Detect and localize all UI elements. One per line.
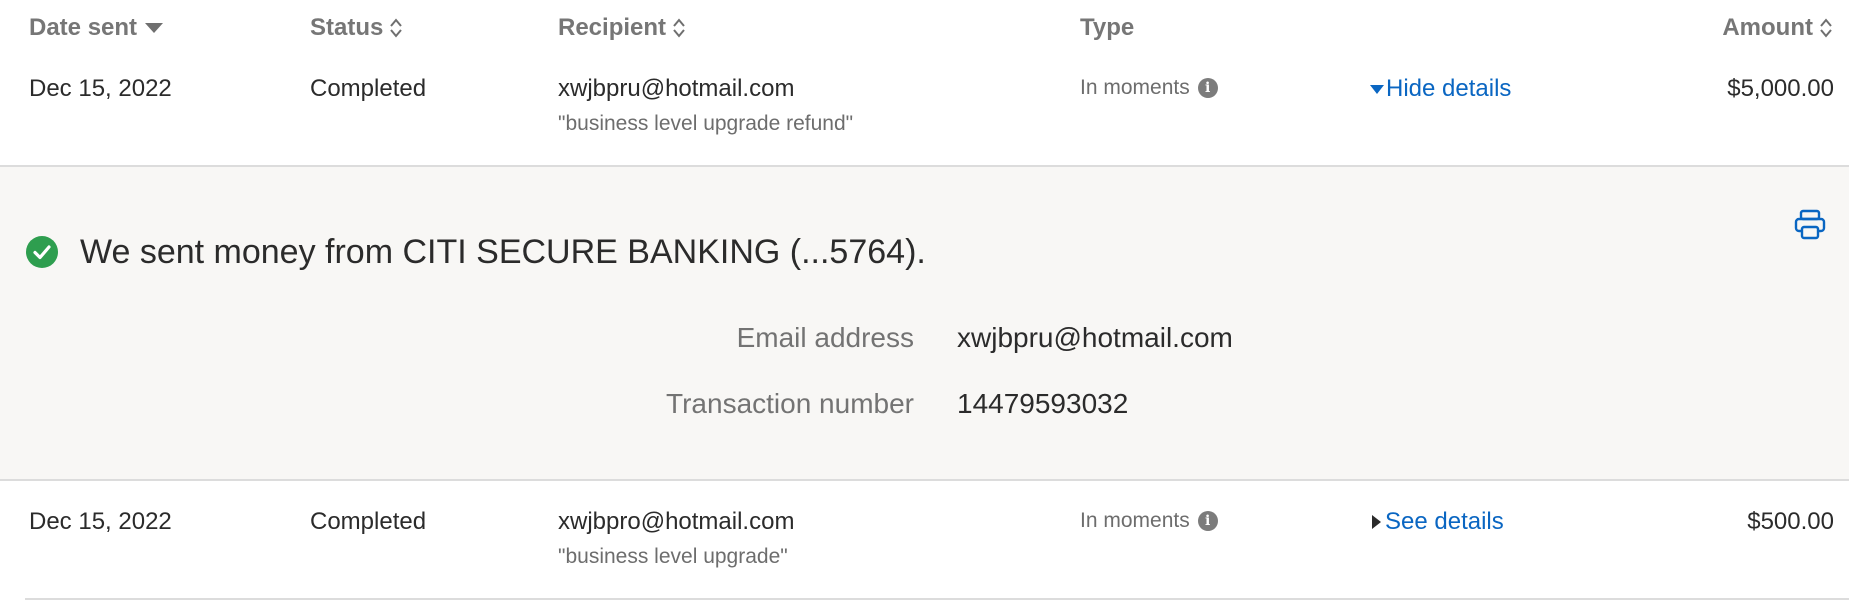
sort-icon <box>390 18 403 38</box>
column-header-recipient[interactable]: Recipient <box>558 14 686 42</box>
hide-details-link[interactable]: Hide details <box>1370 75 1511 103</box>
status: Completed <box>310 508 427 535</box>
transfer-type: In moments i <box>1080 509 1218 533</box>
sort-icon <box>1820 18 1832 38</box>
column-header-status[interactable]: Status <box>310 14 403 42</box>
see-details-link[interactable]: See details <box>1372 508 1504 536</box>
transaction-details-panel: We sent money from CITI SECURE BANKING (… <box>0 165 1849 481</box>
recipient-email: xwjbpru@hotmail.com <box>558 75 795 102</box>
caret-down-icon <box>1370 84 1384 94</box>
sort-icon <box>673 18 685 38</box>
column-header-amount-label: Amount <box>1722 14 1813 41</box>
transfer-type-label: In moments <box>1080 76 1190 99</box>
info-icon[interactable]: i <box>1197 511 1218 531</box>
date-sent: Dec 15, 2022 <box>29 75 172 102</box>
email-address-value: xwjbpru@hotmail.com <box>957 322 1233 353</box>
print-icon[interactable] <box>1793 209 1827 241</box>
transaction-number-value: 14479593032 <box>957 388 1129 419</box>
column-header-recipient-label: Recipient <box>558 14 667 41</box>
success-check-icon <box>26 236 58 268</box>
column-header-date-sent-label: Date sent <box>29 14 138 41</box>
amount: $500.00 <box>1747 508 1834 535</box>
email-address-label: Email address <box>736 322 914 353</box>
column-header-status-label: Status <box>310 14 384 41</box>
recipient-memo: "business level upgrade" <box>558 545 788 568</box>
info-icon[interactable]: i <box>1197 78 1218 98</box>
transfer-type-label: In moments <box>1080 509 1190 532</box>
sort-descending-icon <box>145 23 164 33</box>
status: Completed <box>310 75 427 102</box>
transaction-number-label: Transaction number <box>666 388 914 419</box>
recipient-email: xwjbpro@hotmail.com <box>558 508 795 535</box>
column-header-type: Type <box>1080 14 1134 42</box>
column-header-date-sent[interactable]: Date sent <box>29 14 164 42</box>
details-headline: We sent money from CITI SECURE BANKING (… <box>80 233 926 271</box>
see-details-label: See details <box>1385 508 1504 535</box>
column-header-type-label: Type <box>1080 14 1135 41</box>
transfer-type: In moments i <box>1080 76 1218 100</box>
column-header-amount[interactable]: Amount <box>1722 14 1833 42</box>
date-sent: Dec 15, 2022 <box>29 508 172 535</box>
amount: $5,000.00 <box>1727 75 1834 102</box>
caret-right-icon <box>1372 515 1381 529</box>
hide-details-label: Hide details <box>1386 75 1512 102</box>
recipient-memo: "business level upgrade refund" <box>558 112 854 135</box>
